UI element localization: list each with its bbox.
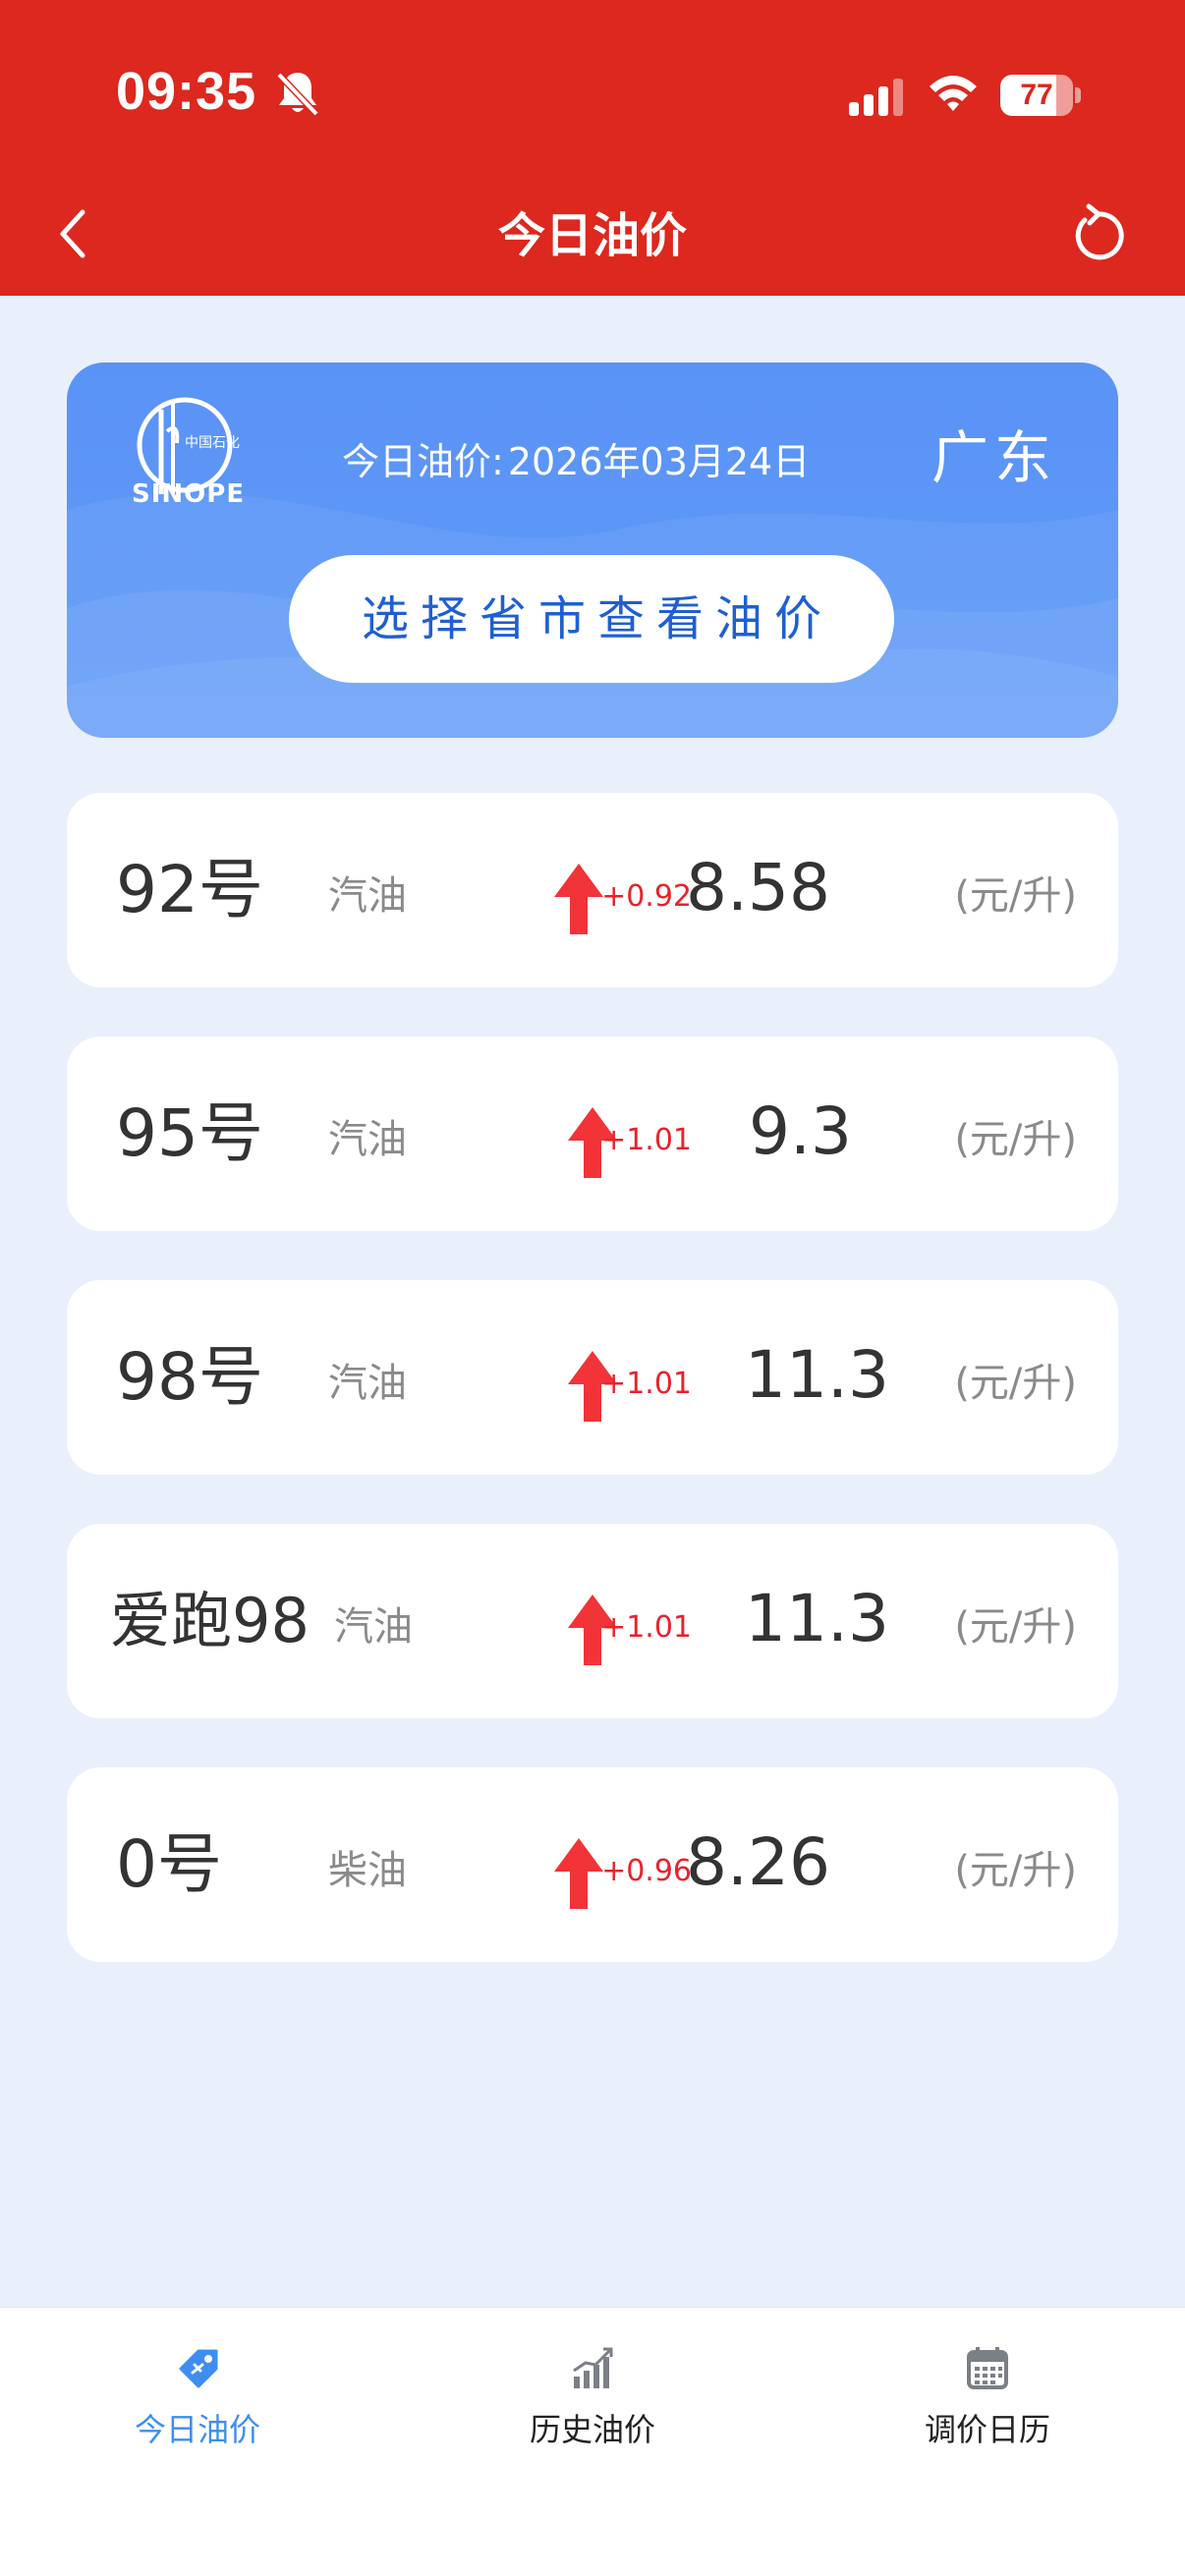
up-arrow-icon [554, 1838, 603, 1909]
price-tag-icon [179, 2349, 218, 2388]
status-bar: 09:35 77 [0, 0, 1185, 187]
nav-bar: 今日油价 [0, 187, 1185, 296]
price-change: +1.01 [601, 1367, 692, 1401]
refresh-icon[interactable] [1069, 200, 1126, 263]
fuel-type: 汽油 [328, 873, 407, 919]
wifi-icon [930, 76, 977, 111]
page-title: 今日油价 [497, 208, 687, 263]
svg-text:中国石化: 中国石化 [185, 435, 240, 451]
fuel-type: 汽油 [328, 1361, 407, 1406]
price-card-98[interactable]: 98号 汽油 +1.01 11.3 (元/升) [67, 1280, 1118, 1475]
banner-date: 今日油价: 2026年03月24日 [342, 437, 892, 486]
price-change: +0.96 [601, 1854, 692, 1888]
up-arrow-icon [554, 864, 603, 934]
date-value: 2026年03月24日 [507, 440, 811, 483]
signal-icon [849, 79, 903, 116]
price-card-aipao98[interactable]: 爱跑98 汽油 +1.01 11.3 (元/升) [67, 1524, 1118, 1718]
tab-label: 调价日历 [924, 2411, 1050, 2448]
price-change: +1.01 [601, 1123, 692, 1157]
sinopec-logo: 中国石化 SINOPEC [132, 397, 244, 509]
price-unit: (元/升) [954, 1848, 1077, 1893]
fuel-grade: 92号 [116, 852, 263, 927]
fuel-type: 汽油 [328, 1117, 407, 1162]
price-card-95[interactable]: 95号 汽油 +1.01 9.3 (元/升) [67, 1036, 1118, 1231]
tab-label: 今日油价 [134, 2411, 260, 2448]
price-unit: (元/升) [954, 873, 1077, 919]
battery-level: 77 [1020, 79, 1053, 111]
bottom-tab-bar: 今日油价 历史油价 调价日历 [0, 2307, 1185, 2576]
fuel-grade: 95号 [116, 1095, 263, 1171]
price-change: +0.92 [601, 879, 692, 914]
price-unit: (元/升) [954, 1604, 1077, 1650]
app-header: 09:35 77 今日油价 [0, 0, 1185, 296]
select-province-button[interactable]: 选择省市查看油价 [289, 555, 894, 683]
fuel-grade: 0号 [116, 1826, 222, 1902]
price-card-0-diesel[interactable]: 0号 柴油 +0.96 8.26 (元/升) [67, 1767, 1118, 1962]
bar-chart-icon [573, 2347, 613, 2388]
price-card-92[interactable]: 92号 汽油 +0.92 8.58 (元/升) [67, 793, 1118, 987]
fuel-type: 汽油 [334, 1604, 413, 1650]
battery-icon: 77 [1000, 75, 1081, 116]
price-unit: (元/升) [954, 1117, 1077, 1162]
status-time: 09:35 [116, 62, 257, 121]
province-banner: 中国石化 SINOPEC 今日油价:2026年03月24日 广东 选择省市查看油… [67, 363, 1118, 738]
tab-history-price[interactable]: 历史油价 [395, 2308, 790, 2504]
price-change: +1.01 [601, 1610, 692, 1645]
price-unit: (元/升) [954, 1361, 1077, 1406]
fuel-type: 柴油 [328, 1848, 407, 1893]
date-label: 今日油价: [342, 440, 504, 483]
tab-label: 历史油价 [529, 2411, 655, 2448]
tab-adjust-calendar[interactable]: 调价日历 [790, 2308, 1185, 2504]
calendar-icon [967, 2347, 1008, 2389]
province-name[interactable]: 广东 [931, 421, 1089, 494]
fuel-grade: 98号 [116, 1339, 263, 1415]
bell-slash-icon [276, 72, 319, 117]
svg-text:SINOPEC: SINOPEC [132, 479, 244, 509]
tab-today-price[interactable]: 今日油价 [0, 2308, 395, 2504]
fuel-grade: 爱跑98 [110, 1585, 310, 1656]
